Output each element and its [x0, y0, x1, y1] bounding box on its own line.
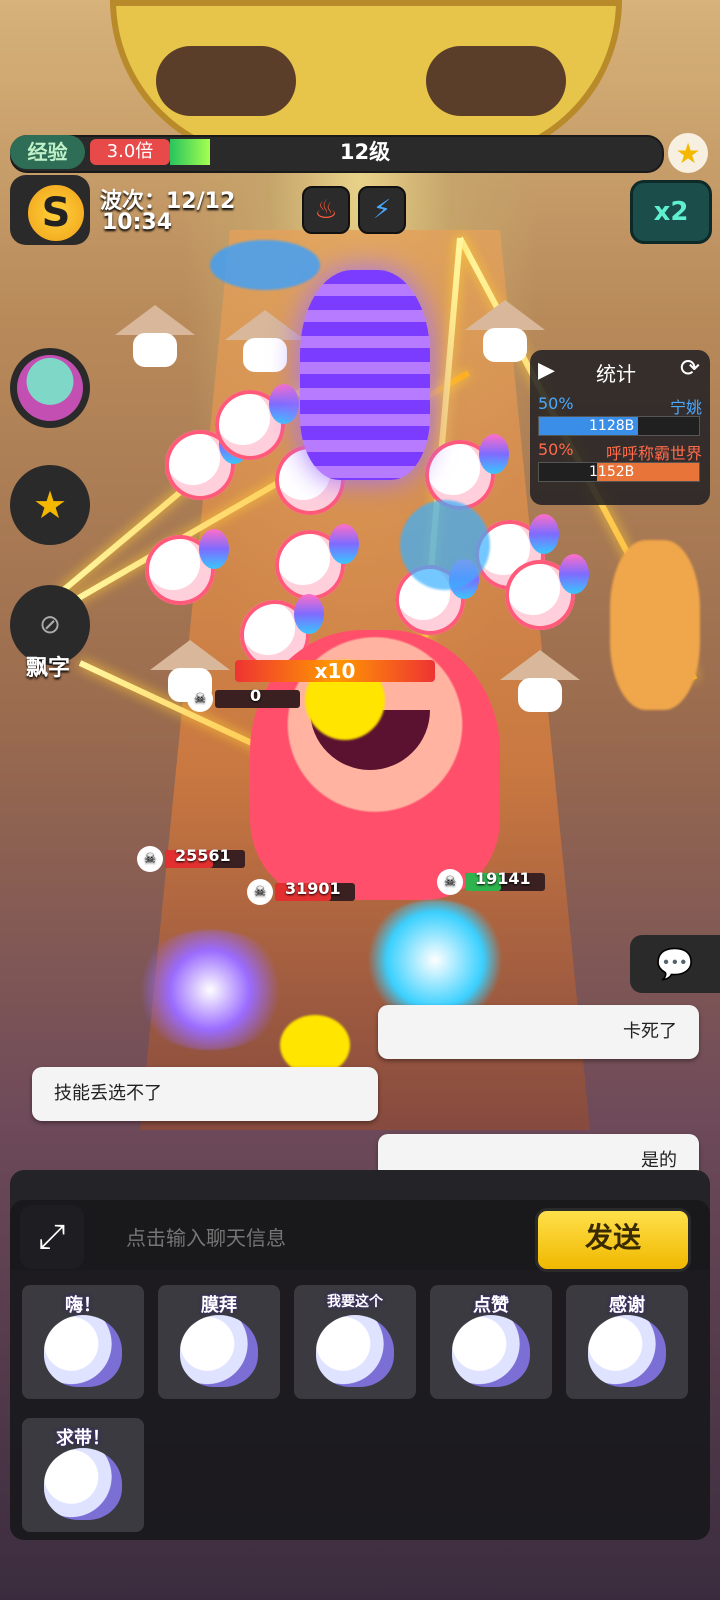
unicorn-enemy: [145, 529, 229, 605]
sticker-thanks[interactable]: 感谢: [566, 1285, 688, 1399]
chat-hide-button[interactable]: 💬: [630, 935, 720, 993]
skull-icon: ☠: [137, 846, 163, 872]
sticker-like[interactable]: 点赞: [430, 1285, 552, 1399]
level-text: 12级: [339, 140, 391, 164]
sticker-character-icon: [316, 1315, 394, 1387]
fire-element-icon[interactable]: ♨: [302, 186, 350, 234]
sticker-carry-me[interactable]: 求带！: [22, 1418, 144, 1532]
chat-close-icon: 💬: [656, 946, 694, 982]
purple-tornado-effect: [300, 270, 430, 480]
hat-soldier-enemy: [500, 650, 580, 712]
mask-eye-left: [156, 46, 296, 116]
sticker-caption: 点赞: [473, 1295, 509, 1316]
skull-icon: ☠: [437, 869, 463, 895]
sticker-caption: 嗨！: [65, 1295, 101, 1316]
enemy-hp-bar: ☠ 19141: [437, 869, 545, 895]
hat-soldier-enemy: [225, 310, 305, 372]
enemy-hp-bar: ☠ 0: [187, 686, 300, 712]
expand-button[interactable]: ⤢: [20, 1205, 84, 1269]
stats-title: 统计: [596, 362, 636, 386]
sticker-caption: 感谢: [609, 1295, 645, 1316]
sticker-character-icon: [180, 1315, 258, 1387]
sticker-caption: 求带！: [56, 1428, 110, 1449]
stats-percent: 50%: [538, 394, 574, 413]
experience-fill: [170, 139, 210, 165]
stats-value: 1152B: [589, 464, 635, 480]
refresh-icon[interactable]: ⟳: [680, 354, 700, 382]
star-button[interactable]: ★: [10, 465, 90, 545]
sticker-hi[interactable]: 嗨！: [22, 1285, 144, 1399]
sticker-character-icon: [44, 1315, 122, 1387]
enemy-hp-bar: ☠ 31901: [247, 879, 355, 905]
timer: 10:34: [102, 210, 173, 235]
sticker-caption: 我要这个: [327, 1294, 383, 1310]
skull-icon: ☠: [247, 879, 273, 905]
combo-multiplier-bar: x10: [235, 660, 435, 682]
damage-number-disabled-icon: ⊘: [39, 610, 61, 640]
avatar: [17, 355, 83, 421]
hp-value: 0: [250, 686, 262, 705]
sticker-character-icon: [452, 1315, 530, 1387]
chat-bubble: 卡死了: [378, 1005, 699, 1059]
water-wave-effect: [400, 500, 490, 590]
stats-player-name: 呼呼称霸世界: [605, 444, 702, 463]
enemy-hp-bar: ☠ 25561: [137, 846, 245, 872]
water-wave-effect: [210, 240, 320, 290]
play-icon[interactable]: ▶: [538, 358, 555, 383]
unicorn-enemy: [215, 384, 299, 460]
hat-soldier-enemy: [465, 300, 545, 362]
speed-toggle-button[interactable]: x2: [630, 180, 712, 244]
hp-value: 19141: [475, 869, 531, 888]
ice-burst-effect: [360, 900, 510, 1020]
lightning-shield-icon[interactable]: ⚡: [358, 186, 406, 234]
experience-multiplier: 3.0倍: [90, 139, 170, 165]
chat-input[interactable]: [110, 1210, 528, 1266]
sticker-want-this[interactable]: 我要这个: [294, 1285, 416, 1399]
sticker-character-icon: [44, 1448, 122, 1520]
winged-star-icon: ★: [32, 483, 68, 527]
rank-badge[interactable]: S: [10, 175, 90, 245]
experience-label: 经验: [10, 135, 85, 169]
mask-eye-right: [426, 46, 566, 116]
send-button[interactable]: 发送: [535, 1208, 691, 1272]
sticker-character-icon: [588, 1315, 666, 1387]
unicorn-enemy: [425, 434, 509, 510]
magic-burst-effect: [130, 930, 290, 1050]
chat-bubble: 技能丢选不了: [32, 1067, 378, 1121]
expand-arrows-icon: ⤢: [38, 1217, 66, 1257]
stats-bar: 1128B: [538, 416, 700, 436]
stats-percent: 50%: [538, 440, 574, 459]
sticker-caption: 膜拜: [201, 1295, 237, 1316]
float-text-label: 飘字: [26, 656, 71, 681]
stats-bar: 1152B: [538, 462, 700, 482]
hp-value: 25561: [175, 846, 231, 865]
stats-player-name: 宁姚: [669, 398, 702, 417]
s-rank-icon: S: [24, 181, 88, 245]
unicorn-enemy: [275, 524, 359, 600]
avatar-button[interactable]: [10, 348, 90, 428]
unicorn-enemy: [505, 554, 589, 630]
stats-value: 1128B: [589, 418, 635, 434]
hat-soldier-enemy: [115, 305, 195, 367]
stats-panel: ▶ 统计 ⟳ 50% 宁姚 1128B 50% 呼呼称霸世界 1152B: [530, 350, 710, 505]
skull-icon: ☠: [187, 686, 213, 712]
sticker-worship[interactable]: 膜拜: [158, 1285, 280, 1399]
orange-creature: [610, 540, 700, 710]
star-wing-icon[interactable]: ★: [668, 133, 708, 173]
yellow-minion: [280, 1015, 350, 1075]
hp-value: 31901: [285, 879, 341, 898]
